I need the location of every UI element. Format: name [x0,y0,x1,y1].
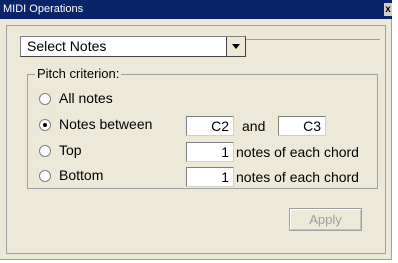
low-note-field[interactable]: C2 [186,116,234,136]
apply-button[interactable]: Apply [289,208,362,231]
top-suffix-label: notes of each chord [236,144,359,160]
operation-dropdown[interactable]: Select Notes [20,36,246,57]
close-icon[interactable]: x [384,3,392,16]
radio-bottom[interactable] [39,170,51,182]
pitch-criterion-legend: Pitch criterion: [35,66,122,81]
radio-all-notes-label[interactable]: All notes [59,90,113,106]
high-note-field[interactable]: C3 [278,116,326,136]
radio-notes-between-label[interactable]: Notes between [59,116,152,132]
divider [246,39,380,40]
midi-operations-window: MIDI Operations x Select Notes Pitch cri… [0,0,392,260]
radio-notes-between[interactable] [39,119,51,131]
bottom-count-field[interactable]: 1 [186,167,234,187]
radio-top-label[interactable]: Top [59,142,82,158]
radio-bottom-label[interactable]: Bottom [59,167,103,183]
operation-dropdown-value: Select Notes [27,38,107,54]
title-bar[interactable]: MIDI Operations x [0,0,392,19]
top-count-field[interactable]: 1 [186,142,234,162]
and-label: and [242,118,266,134]
radio-top[interactable] [39,145,51,157]
radio-all-notes[interactable] [39,93,51,105]
window-title: MIDI Operations [3,3,84,15]
bottom-suffix-label: notes of each chord [236,169,359,185]
chevron-down-icon[interactable] [226,37,245,56]
